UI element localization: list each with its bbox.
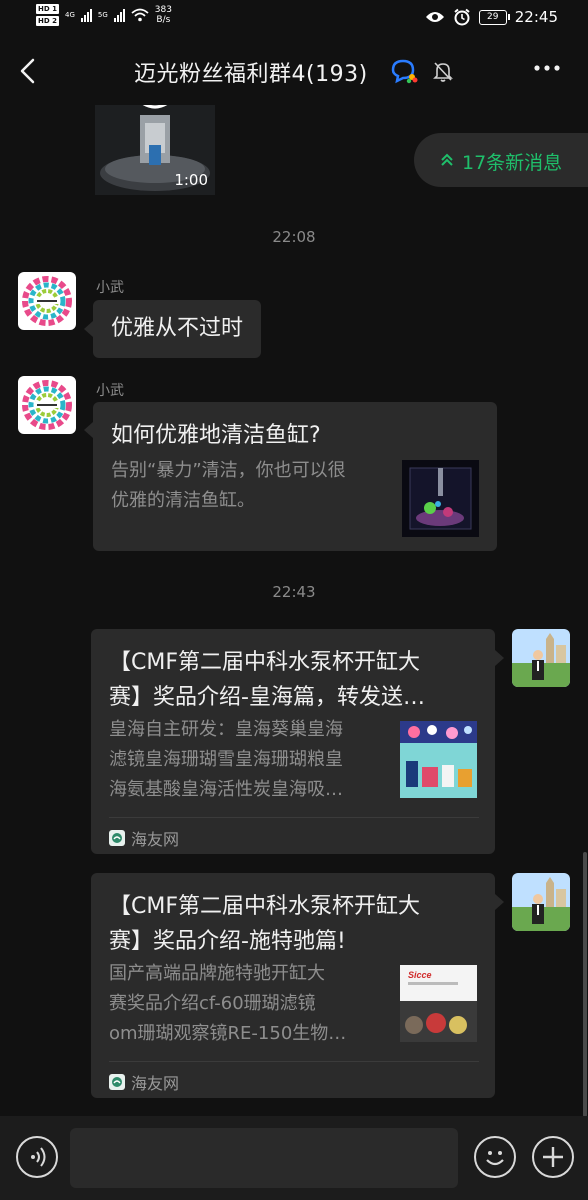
double-chevron-up-icon — [441, 153, 453, 166]
back-arrow-icon[interactable] — [16, 56, 42, 86]
more-icon[interactable] — [532, 58, 562, 78]
scrollbar[interactable] — [583, 852, 587, 1117]
speed-unit: B/s — [156, 15, 171, 25]
user-photo — [512, 629, 570, 687]
text-message-bubble[interactable]: 优雅从不过时 — [93, 300, 262, 358]
battery-level: 29 — [487, 11, 499, 22]
sender-name: 小武 — [96, 383, 124, 399]
source-name: 海友网 — [131, 1074, 180, 1093]
bubble-tail — [495, 894, 504, 910]
eye-icon — [425, 12, 444, 22]
source-logo-icon — [109, 830, 125, 846]
avatar[interactable] — [18, 376, 76, 434]
card-thumbnail — [400, 721, 477, 798]
network-type-1: 4G — [64, 11, 75, 19]
card-title-line: 【CMF第二届中科水泵杯开缸大 — [109, 894, 420, 919]
voice-button[interactable] — [16, 1136, 58, 1178]
product-image: Sicce — [400, 965, 477, 1042]
status-bar: HD 1 HD 2 4G 5G 383 B/s 29 22:45 — [0, 0, 588, 36]
timestamp: 22:08 — [272, 228, 316, 246]
message-input[interactable] — [70, 1128, 458, 1188]
avatar[interactable] — [512, 873, 570, 931]
plus-icon — [543, 1147, 563, 1167]
emoji-button[interactable] — [474, 1136, 516, 1178]
card-source: 海友网 — [109, 1070, 179, 1094]
chat-header: 迈光粉丝福利群4(193) — [0, 36, 588, 106]
network-type-2: 5G — [97, 11, 108, 19]
plus-button[interactable] — [532, 1136, 574, 1178]
chat-group-icon — [391, 59, 418, 84]
chat-title: 迈光粉丝福利群4(193) — [134, 62, 368, 87]
avatar[interactable] — [18, 272, 76, 330]
source-name: 海友网 — [131, 830, 180, 849]
bubble-tail — [84, 422, 93, 438]
status-left: HD 1 HD 2 4G 5G 383 B/s — [36, 4, 172, 26]
video-message[interactable]: 1:00 — [95, 105, 215, 195]
input-bar — [0, 1116, 588, 1200]
bubble-tail — [84, 321, 93, 337]
status-right: 29 22:45 — [425, 8, 558, 26]
source-logo-icon — [109, 1074, 125, 1090]
wifi-icon — [131, 8, 149, 22]
signal-icon — [80, 8, 92, 22]
card-thumbnail: Sicce — [400, 965, 477, 1042]
card-description-line: 告别“暴力”清洁，你也可以很 — [111, 460, 346, 481]
card-divider — [109, 817, 479, 818]
video-duration: 1:00 — [174, 171, 208, 189]
card-title: 如何优雅地清洁鱼缸? — [111, 423, 321, 448]
card-description-line: 皇海自主研发：皇海葵巢皇海 — [109, 719, 343, 740]
battery-icon: 29 — [478, 9, 510, 25]
card-description-line: 海氨基酸皇海活性炭皇海吸… — [109, 779, 343, 800]
clock: 22:45 — [514, 8, 558, 26]
brand-logo-text: Sicce — [408, 970, 432, 980]
card-divider — [109, 1061, 479, 1062]
card-source: 海友网 — [109, 826, 179, 850]
product-image — [400, 721, 477, 798]
voice-icon — [31, 1147, 46, 1167]
link-card[interactable]: 【CMF第二届中科水泵杯开缸大 赛】奖品介绍-施特驰篇! 国产高端品牌施特驰开缸… — [91, 873, 495, 1098]
speed-value: 383 — [154, 5, 172, 15]
card-description-line: om珊瑚观察镜RE-150生物… — [109, 1023, 347, 1044]
new-messages-button[interactable]: 17条新消息 — [414, 133, 588, 187]
card-description-line: 滤镜皇海珊瑚雪皇海珊瑚粮皇 — [109, 749, 343, 770]
avatar[interactable] — [512, 629, 570, 687]
bubble-tail — [495, 650, 504, 666]
link-card[interactable]: 【CMF第二届中科水泵杯开缸大 赛】奖品介绍-皇海篇，转发送… 皇海自主研发：皇… — [91, 629, 495, 854]
hd2-badge: HD 2 — [36, 16, 59, 26]
alarm-icon — [454, 8, 470, 26]
link-card[interactable]: 如何优雅地清洁鱼缸? 告别“暴力”清洁，你也可以很 优雅的清洁鱼缸。 — [93, 402, 497, 551]
avatar-logo-image — [18, 272, 76, 330]
card-thumbnail — [402, 460, 479, 537]
title-icons — [390, 58, 454, 84]
aquarium-image — [402, 460, 479, 537]
sender-name: 小武 — [96, 280, 124, 296]
avatar-logo-image — [18, 376, 76, 434]
card-title-line: 赛】奖品介绍-施特驰篇! — [109, 929, 346, 954]
card-description-line: 赛奖品介绍cf-60珊瑚滤镜 — [109, 993, 316, 1014]
card-description-line: 优雅的清洁鱼缸。 — [111, 490, 255, 511]
card-title-line: 【CMF第二届中科水泵杯开缸大 — [109, 650, 420, 675]
emoji-icon — [486, 1151, 504, 1166]
signal-icon-2 — [113, 8, 125, 22]
hd1-badge: HD 1 — [36, 4, 59, 14]
timestamp: 22:43 — [272, 583, 316, 601]
card-description-line: 国产高端品牌施特驰开缸大 — [109, 963, 325, 984]
new-messages-label: 17条新消息 — [462, 152, 563, 174]
network-speed: 383 B/s — [155, 5, 172, 25]
mute-bell-icon — [433, 62, 453, 82]
card-title-line: 赛】奖品介绍-皇海篇，转发送… — [109, 685, 425, 710]
user-photo — [512, 873, 570, 931]
